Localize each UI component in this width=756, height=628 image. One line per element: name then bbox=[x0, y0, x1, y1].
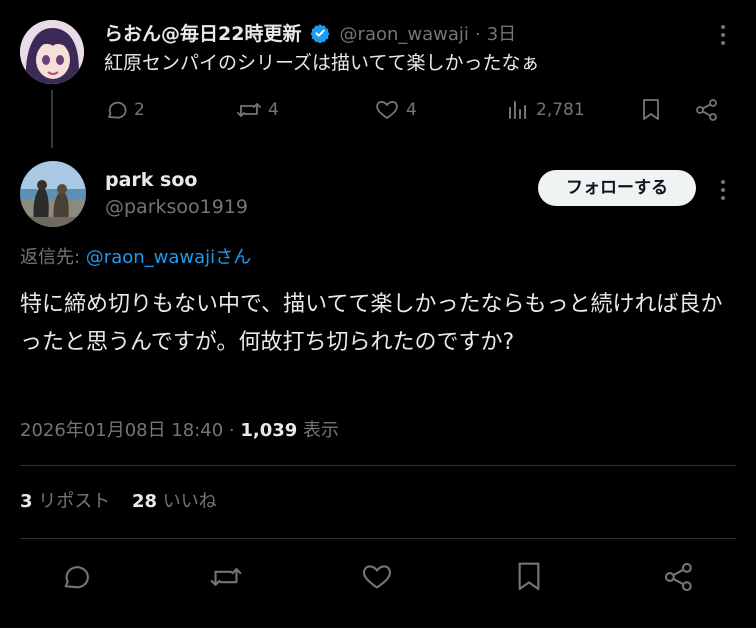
parent-timestamp[interactable]: 3日 bbox=[487, 24, 516, 45]
thread-line bbox=[51, 90, 53, 148]
reply-timestamp[interactable]: 2026年01月08日 18:40 · bbox=[20, 420, 240, 441]
reply-display-name[interactable]: park soo bbox=[105, 167, 197, 193]
parent-handle[interactable]: @raon_wawaji bbox=[340, 24, 469, 45]
reposts-count: 3 bbox=[20, 491, 33, 512]
reposts-label: リポスト bbox=[32, 491, 111, 512]
share-button[interactable] bbox=[662, 561, 696, 593]
parent-bookmark-icon[interactable] bbox=[640, 98, 662, 126]
avatar-raon[interactable] bbox=[20, 20, 84, 84]
like-icon bbox=[374, 98, 400, 122]
reply-to-suffix: さん bbox=[215, 247, 252, 268]
reply-meta-line: 2026年01月08日 18:40 · 1,039 表示 bbox=[20, 418, 339, 444]
parent-like-action[interactable]: 4 bbox=[374, 97, 417, 123]
parent-views-action[interactable]: 2,781 bbox=[506, 97, 585, 123]
reply-button[interactable] bbox=[59, 561, 91, 593]
reply-icon bbox=[59, 561, 91, 593]
retweet-icon bbox=[236, 98, 262, 122]
bookmark-button[interactable] bbox=[514, 561, 544, 593]
reply-more-icon[interactable] bbox=[721, 180, 725, 204]
retweet-button[interactable] bbox=[209, 561, 243, 593]
bookmark-icon bbox=[514, 561, 544, 593]
divider-bottom bbox=[20, 538, 736, 539]
divider-top bbox=[20, 465, 736, 466]
parent-separator: · bbox=[474, 24, 481, 45]
parent-more-icon[interactable] bbox=[721, 25, 725, 49]
parent-reply-action[interactable]: 2 bbox=[104, 97, 145, 123]
reply-handle[interactable]: @parksoo1919 bbox=[105, 194, 248, 220]
like-button[interactable] bbox=[360, 561, 394, 593]
like-icon bbox=[360, 561, 394, 593]
reply-to-handle-link[interactable]: @raon_wawaji bbox=[86, 247, 215, 268]
avatar-park-soo[interactable] bbox=[20, 161, 86, 227]
likes-count: 28 bbox=[132, 491, 158, 512]
parent-retweet-count: 4 bbox=[268, 100, 279, 120]
views-icon bbox=[506, 98, 530, 122]
reply-view-count: 1,039 bbox=[240, 420, 298, 441]
share-icon bbox=[662, 561, 696, 593]
retweet-icon bbox=[209, 561, 243, 593]
parent-tweet-text: 紅原センパイのシリーズは描いてて楽しかったなぁ bbox=[104, 52, 540, 74]
reply-icon bbox=[104, 98, 128, 122]
parent-share-icon[interactable] bbox=[694, 98, 720, 126]
parent-reply-count: 2 bbox=[134, 100, 145, 120]
parent-retweet-action[interactable]: 4 bbox=[236, 97, 279, 123]
parent-view-count: 2,781 bbox=[536, 100, 585, 120]
reposts-stat[interactable]: 3 リポスト bbox=[20, 491, 110, 512]
likes-label: いいね bbox=[157, 491, 217, 512]
reply-to-line: 返信先: @raon_wawajiさん bbox=[20, 245, 251, 271]
verified-badge-icon bbox=[309, 23, 330, 43]
reply-to-prefix: 返信先: bbox=[20, 247, 86, 268]
reply-tweet-text: 特に締め切りもない中で、描いてて楽しかったならもっと続ければ良かったと思うんです… bbox=[20, 292, 723, 355]
parent-like-count: 4 bbox=[406, 100, 417, 120]
reply-view-label: 表示 bbox=[297, 420, 340, 441]
likes-stat[interactable]: 28 いいね bbox=[132, 491, 217, 512]
follow-button[interactable]: フォローする bbox=[538, 170, 696, 206]
parent-display-name[interactable]: らおん@毎日22時更新 bbox=[104, 23, 301, 45]
engagement-stats: 3 リポスト 28 いいね bbox=[20, 489, 217, 515]
